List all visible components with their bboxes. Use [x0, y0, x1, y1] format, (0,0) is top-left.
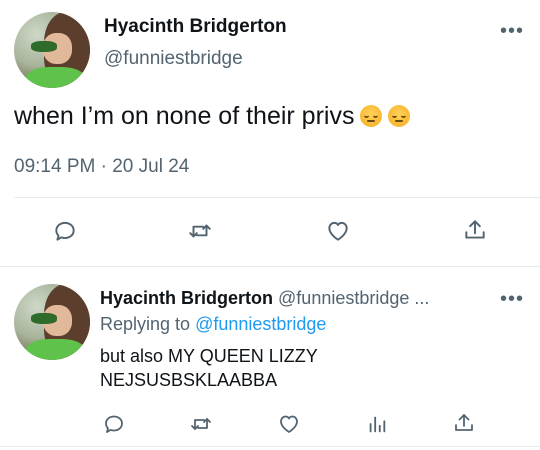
reply-author[interactable]: Hyacinth Bridgerton @funniestbridge ...: [100, 288, 429, 309]
reply-author-handle[interactable]: @funniestbridge ...: [278, 288, 429, 308]
divider: [0, 446, 540, 447]
like-icon[interactable]: [324, 218, 352, 244]
retweet-icon[interactable]: [186, 218, 214, 244]
share-icon[interactable]: [452, 410, 476, 436]
share-icon[interactable]: [462, 216, 488, 244]
tweet-text-body: when I’m on none of their privs: [14, 102, 355, 130]
pensive-face-emoji: [360, 105, 383, 127]
divider: [14, 197, 540, 198]
tweet-timestamp[interactable]: 09:14 PM · 20 Jul 24: [14, 156, 189, 178]
more-options-icon[interactable]: •••: [500, 20, 524, 43]
replying-to-mention[interactable]: @funniestbridge: [195, 314, 326, 334]
replying-to-label: Replying to: [100, 314, 191, 334]
more-options-icon[interactable]: •••: [500, 288, 524, 311]
like-icon[interactable]: [276, 412, 302, 436]
reply-text-line: but also MY QUEEN LIZZY: [100, 346, 318, 366]
views-icon[interactable]: [366, 412, 388, 436]
reply-icon[interactable]: [102, 412, 126, 436]
tweet-text: when I’m on none of their privs: [14, 102, 411, 131]
reply-text-line: NEJSUSBSKLAABBA: [100, 370, 278, 390]
pensive-face-emoji: [388, 105, 411, 127]
reply-author-name[interactable]: Hyacinth Bridgerton: [100, 288, 273, 308]
reply-text: but also MY QUEEN LIZZY NEJSUSBSKLAABBA: [100, 344, 318, 392]
retweet-icon[interactable]: [188, 412, 214, 436]
reply-icon[interactable]: [52, 218, 78, 244]
replying-to: Replying to @funniestbridge: [100, 314, 326, 335]
avatar[interactable]: [14, 284, 90, 360]
author-name[interactable]: Hyacinth Bridgerton: [104, 16, 287, 38]
avatar[interactable]: [14, 12, 90, 88]
divider: [0, 266, 540, 267]
author-handle[interactable]: @funniestbridge: [104, 48, 243, 70]
